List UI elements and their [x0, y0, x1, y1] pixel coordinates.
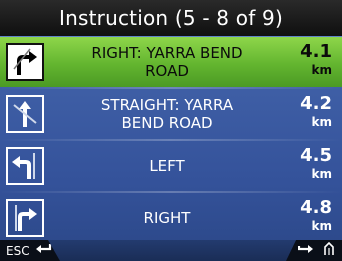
instruction-label-line1: RIGHT [143, 209, 191, 227]
instruction-row-3[interactable]: LEFT 4.5 km [0, 141, 342, 191]
distance-unit: km [311, 219, 332, 233]
instruction-label-line1: STRAIGHT: YARRA [100, 96, 234, 114]
instruction-label-line2: BEND ROAD [121, 114, 213, 132]
straight-icon [6, 95, 44, 133]
distance: 4.8 km [286, 198, 332, 234]
title-bar: Instruction (5 - 8 of 9) [0, 0, 342, 37]
distance: 4.2 km [286, 94, 332, 130]
turn-right-icon [6, 43, 44, 81]
instruction-row-2[interactable]: STRAIGHT: YARRA BEND ROAD 4.2 km [0, 89, 342, 139]
navigation-screen: Instruction (5 - 8 of 9) RIGHT: YARRA BE… [0, 0, 342, 261]
distance-unit: km [311, 115, 332, 129]
route-icon[interactable] [322, 241, 336, 260]
distance-value: 4.2 [300, 93, 332, 114]
distance-value: 4.5 [300, 145, 332, 166]
right-arrow-icon[interactable] [297, 243, 314, 259]
distance-unit: km [311, 167, 332, 181]
return-arrow-icon [35, 243, 52, 258]
turn-right-icon [6, 199, 44, 237]
instruction-label-line1: LEFT [149, 157, 185, 175]
footer-controls [286, 240, 342, 261]
turn-left-icon [6, 147, 44, 185]
bottom-bar: ESC [0, 240, 342, 261]
distance: 4.5 km [286, 146, 332, 182]
distance-value: 4.8 [300, 197, 332, 218]
instruction-row-4[interactable]: RIGHT 4.8 km [0, 193, 342, 243]
esc-label: ESC [6, 243, 30, 258]
instruction-label: RIGHT [52, 197, 282, 239]
instruction-label-line2: ROAD [145, 62, 189, 80]
instruction-label: LEFT [52, 145, 282, 187]
esc-button[interactable]: ESC [0, 240, 60, 261]
instruction-label-line1: RIGHT: YARRA BEND [91, 44, 243, 62]
instruction-label: RIGHT: YARRA BEND ROAD [52, 41, 282, 83]
distance: 4.1 km [286, 42, 332, 78]
page-title: Instruction (5 - 8 of 9) [59, 6, 283, 30]
distance-value: 4.1 [300, 41, 332, 62]
distance-unit: km [311, 63, 332, 77]
instruction-row-1[interactable]: RIGHT: YARRA BEND ROAD 4.1 km [0, 37, 342, 87]
instruction-label: STRAIGHT: YARRA BEND ROAD [52, 93, 282, 135]
